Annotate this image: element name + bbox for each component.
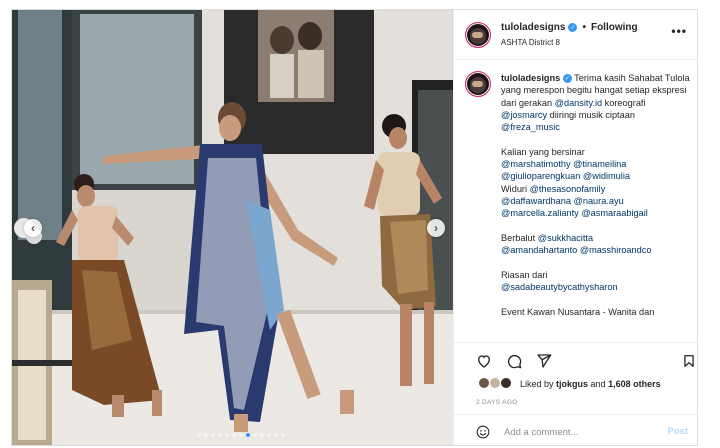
caption-line: diiringi musik ciptaan: [549, 109, 635, 120]
verified-badge-icon: ✓: [562, 74, 572, 84]
carousel-dot: [239, 433, 243, 437]
carousel-dot: [218, 433, 222, 437]
mention-link[interactable]: @asmaraabigail: [581, 208, 648, 218]
caption-text: tuloladesigns ✓ Terima kasih Sahabat Tul…: [501, 72, 691, 330]
carousel-dot: [253, 433, 257, 437]
caption-line: Widuri: [501, 183, 530, 194]
mention-link[interactable]: @giulioparengkuan: [501, 171, 580, 181]
carousel-dot: [225, 433, 229, 437]
caption-area: tuloladesigns ✓ Terima kasih Sahabat Tul…: [454, 61, 697, 342]
mention-link[interactable]: @josmarcy: [501, 110, 547, 120]
mention-link[interactable]: @daffawardhana: [501, 196, 571, 206]
liker-avatar[interactable]: [500, 377, 512, 389]
carousel-dot: [246, 433, 250, 437]
carousel-dot: [281, 433, 285, 437]
carousel-dot: [267, 433, 271, 437]
action-bar: [454, 342, 697, 372]
carousel-indicator: [197, 433, 285, 437]
liked-by-and: and: [588, 379, 609, 389]
mention-link[interactable]: @sadabeautybycathysharon: [501, 282, 618, 292]
carousel-dot: [204, 433, 208, 437]
carousel-dot: [260, 433, 264, 437]
caption-line: Berbalut: [501, 232, 538, 243]
mention-link[interactable]: @thesasonofamily: [530, 184, 606, 194]
carousel-dot: [197, 433, 201, 437]
caption-line: Kalian yang bersinar: [501, 146, 585, 157]
post-location[interactable]: ASHTA District 8: [501, 38, 560, 47]
caption-line: Riasan dari: [501, 269, 548, 280]
post-date[interactable]: 2 DAYS AGO: [476, 399, 518, 406]
chevron-right-icon: ›: [434, 221, 438, 235]
dancers-photo: [12, 10, 453, 445]
caption-avatar[interactable]: [465, 71, 491, 97]
save-bookmark-icon[interactable]: [682, 353, 696, 369]
more-options-icon[interactable]: •••: [671, 24, 687, 38]
post-comment-button[interactable]: Post: [667, 426, 688, 437]
mention-link[interactable]: @tinameilina: [573, 159, 626, 169]
carousel-dot: [211, 433, 215, 437]
separator-dot: •: [582, 22, 586, 33]
author-username[interactable]: tuloladesigns: [501, 22, 565, 33]
mention-link[interactable]: @widimulia: [583, 171, 630, 181]
mention-link[interactable]: @marcella.zalianty: [501, 208, 579, 218]
chevron-left-icon: ‹: [31, 221, 35, 235]
mention-link[interactable]: @freza_music: [501, 122, 560, 132]
caption-line: Event Kawan Nusantara - Wanita dan: [501, 306, 655, 317]
liked-by-prefix: Liked by: [520, 379, 557, 389]
likes-count[interactable]: 1,608 others: [608, 379, 661, 389]
mention-link[interactable]: @dansity.id: [555, 98, 602, 108]
carousel-dot: [232, 433, 236, 437]
caption-line: koreografi: [602, 97, 646, 108]
mention-link[interactable]: @sukkhacitta: [538, 233, 593, 243]
mention-link[interactable]: @amandahartanto: [501, 245, 577, 255]
mention-link[interactable]: @masshiroandco: [580, 245, 652, 255]
emoji-icon[interactable]: [476, 425, 490, 439]
post-sidebar: tuloladesigns ✓ • Following ASHTA Distri…: [453, 10, 697, 445]
previous-slide-button[interactable]: ‹: [24, 219, 42, 237]
mention-link[interactable]: @marshatimothy: [501, 159, 571, 169]
following-button[interactable]: Following: [591, 22, 638, 33]
comment-bubble-icon[interactable]: [506, 353, 522, 369]
author-avatar[interactable]: [465, 22, 491, 48]
likes-text: Liked by tjokgus and 1,608 others: [520, 379, 661, 389]
likes-summary: Liked by tjokgus and 1,608 others: [454, 374, 697, 394]
caption-username[interactable]: tuloladesigns: [501, 73, 560, 83]
mention-link[interactable]: @naura.ayu: [574, 196, 624, 206]
comment-input[interactable]: [504, 424, 664, 440]
author-line: tuloladesigns ✓ • Following: [501, 22, 638, 33]
liked-by-user[interactable]: tjokgus: [556, 379, 588, 389]
comment-composer: Post: [454, 414, 697, 445]
verified-badge-icon: ✓: [568, 23, 578, 32]
carousel-dot: [274, 433, 278, 437]
post-photo[interactable]: ‹ ›: [12, 10, 453, 445]
share-paper-plane-icon[interactable]: [536, 353, 552, 369]
next-slide-button[interactable]: ›: [427, 219, 445, 237]
like-heart-icon[interactable]: [476, 353, 492, 369]
instagram-post-modal: ‹ › tuloladesigns ✓ • Following ASHTA Di…: [11, 9, 698, 446]
post-header: tuloladesigns ✓ • Following ASHTA Distri…: [454, 10, 697, 60]
